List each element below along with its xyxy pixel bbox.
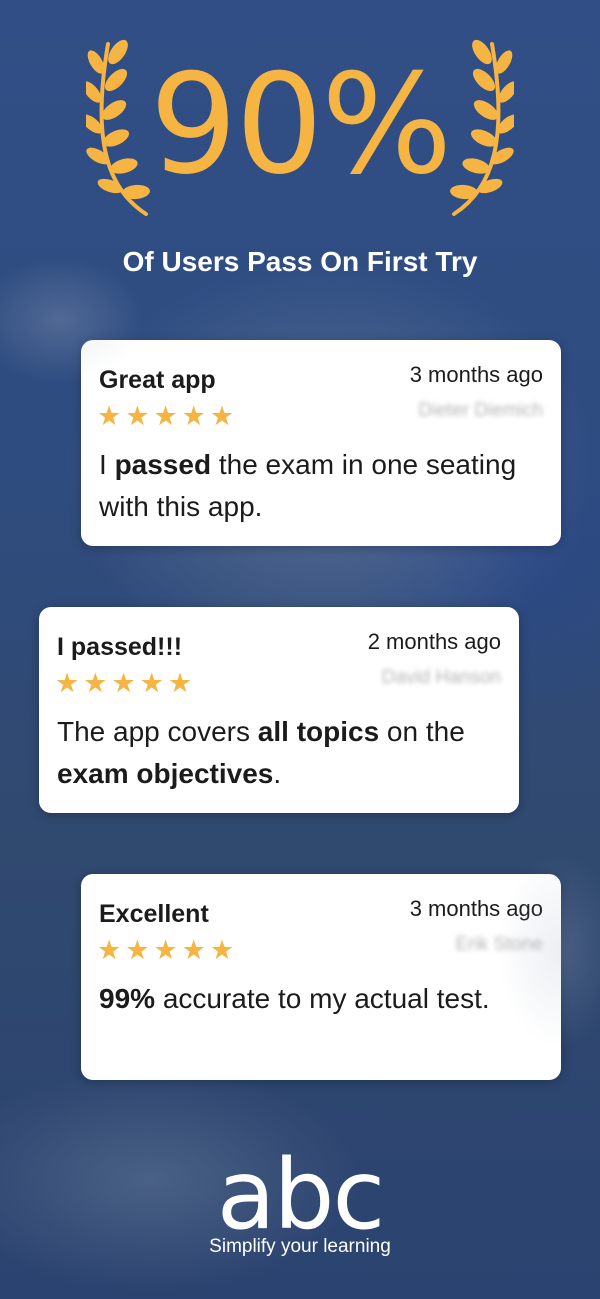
brand-logo: abc Simplify your learning xyxy=(0,1139,600,1258)
star-icon: ★ xyxy=(153,935,178,966)
pass-rate-caption: Of Users Pass On First Try xyxy=(122,246,478,277)
promo-screen: 90% Of Users Pass On First Try Great app… xyxy=(0,0,600,1299)
star-icon: ★ xyxy=(125,401,150,432)
star-icon: ★ xyxy=(55,668,80,699)
review-title: Great app xyxy=(99,366,216,394)
star-icon: ★ xyxy=(181,935,206,966)
review-date: 3 months ago xyxy=(409,362,543,387)
review-text-segment: I xyxy=(99,449,115,480)
star-icon: ★ xyxy=(111,668,136,699)
reviewer-name: Dieter Diemich xyxy=(418,400,543,421)
reviewer-name: Erik Stone xyxy=(455,934,543,955)
review-text-emphasis: all topics xyxy=(257,716,380,747)
star-rating: ★ ★ ★ ★ ★ xyxy=(97,401,238,432)
star-icon: ★ xyxy=(83,668,108,699)
review-text-segment: accurate to my actual test. xyxy=(155,983,490,1014)
review-date: 3 months ago xyxy=(409,896,543,921)
star-icon: ★ xyxy=(97,401,122,432)
star-icon: ★ xyxy=(97,935,122,966)
star-rating: ★ ★ ★ ★ ★ xyxy=(55,668,196,699)
review-text-emphasis: passed xyxy=(114,449,212,480)
pass-rate-percentage: 90% xyxy=(149,44,453,205)
review-title: Excellent xyxy=(99,900,209,928)
star-icon: ★ xyxy=(209,935,235,966)
review-text-segment: . xyxy=(273,758,282,789)
review-text: 99% accurate to my actual test. xyxy=(99,978,543,1020)
review-text: I passed the exam in one seating with th… xyxy=(99,444,543,528)
star-icon: ★ xyxy=(153,401,178,432)
star-rating: ★ ★ ★ ★ ★ xyxy=(97,935,238,966)
review-card: I passed!!! 2 months ago ★ ★ ★ ★ ★ David Han… xyxy=(39,607,519,813)
hero-section: 90% Of Users Pass On First Try xyxy=(0,0,600,300)
logo-tagline: Simplify your learning xyxy=(209,1236,391,1257)
review-text-segment: on the xyxy=(379,716,465,747)
star-icon: ★ xyxy=(125,935,150,966)
review-text: The app covers all topics on the exam ob… xyxy=(57,711,501,795)
review-card: Excellent 3 months ago ★ ★ ★ ★ ★ Erik Stone … xyxy=(81,874,561,1080)
star-icon: ★ xyxy=(167,668,193,699)
star-icon: ★ xyxy=(139,668,164,699)
review-title: I passed!!! xyxy=(57,633,183,661)
review-text-emphasis: 99% xyxy=(99,983,156,1014)
logo-wordmark: abc xyxy=(216,1139,386,1251)
review-text-emphasis: exam objectives xyxy=(57,758,274,789)
review-date: 2 months ago xyxy=(367,629,501,654)
star-icon: ★ xyxy=(181,401,206,432)
reviewer-name: David Hanson xyxy=(381,667,501,688)
star-icon: ★ xyxy=(209,401,235,432)
review-text-segment: The app covers xyxy=(57,716,258,747)
review-card: Great app 3 months ago ★ ★ ★ ★ ★ Dieter Diem… xyxy=(81,340,561,546)
